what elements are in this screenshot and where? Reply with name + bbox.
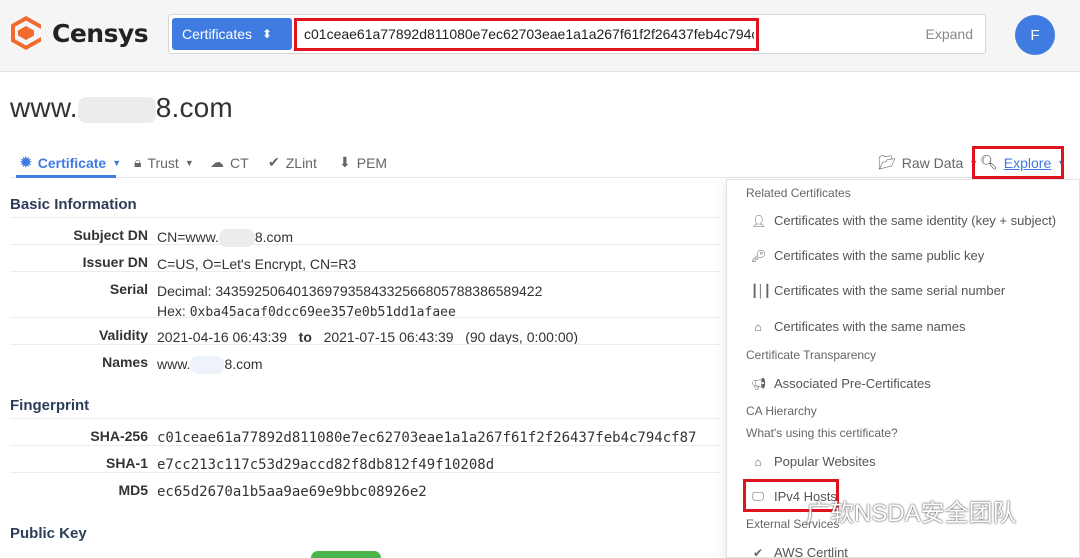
cloud-icon: ☁ — [210, 154, 224, 170]
menu-associated-precerts[interactable]: 📢︎ Associated Pre-Certificates — [751, 376, 931, 391]
subject-dn-label: Subject DN — [73, 227, 148, 243]
barcode-icon: ┃│┃ — [751, 283, 771, 298]
validity-row: Validity 2021-04-16 06:43:39 to 2021-07-… — [10, 317, 720, 345]
menu-same-public-key-label: Certificates with the same public key — [774, 248, 985, 263]
related-certs-header: Related Certificates — [746, 186, 851, 200]
menu-same-names-label: Certificates with the same names — [774, 319, 966, 334]
menu-associated-precerts-label: Associated Pre-Certificates — [774, 376, 931, 391]
check-icon: ✔ — [268, 154, 280, 170]
subject-dn-row: Subject DN CN=www. 8.com — [10, 217, 720, 248]
redaction — [190, 356, 225, 375]
tab-zlint[interactable]: ✔ ZLint — [268, 154, 317, 171]
brand-name: Censys — [52, 18, 149, 48]
tab-certificate[interactable]: ✹ Certificate ▼ — [20, 154, 121, 171]
menu-same-serial[interactable]: ┃│┃ Certificates with the same serial nu… — [751, 283, 1005, 298]
search-type-label: Certificates — [182, 26, 253, 42]
title-suffix: 8.com — [155, 92, 233, 123]
search-type-select[interactable]: Certificates ⬍ — [172, 18, 292, 50]
active-tab-indicator — [16, 175, 116, 178]
ca-hierarchy-header[interactable]: CA Hierarchy — [746, 404, 817, 418]
expand-link[interactable]: Expand — [926, 26, 973, 42]
top-header: Censys Certificates ⬍ Expand F — [0, 0, 1080, 72]
tab-raw-data[interactable]: 📂︎ Raw Data ▼ — [878, 154, 978, 171]
check-circle-icon: ✔ — [752, 545, 764, 558]
basic-info-title: Basic Information — [10, 196, 137, 213]
fingerprint-title: Fingerprint — [10, 397, 90, 414]
watermark-text: 广软NSDA安全团队 — [806, 500, 1017, 527]
menu-same-names[interactable]: ⌂ Certificates with the same names — [751, 319, 965, 334]
folder-open-icon: 📂︎ — [878, 154, 896, 170]
validity-label: Validity — [98, 327, 148, 343]
certificate-tabs: ✹ Certificate ▼ 🔒︎ Trust ▼ ☁ CT ✔ ZLint … — [10, 148, 1066, 178]
subject-dn-prefix: CN=www. — [157, 229, 219, 245]
serial-label: Serial — [109, 281, 148, 297]
sha256-row: SHA-256 c01ceae61a77892d811080e7ec62703e… — [10, 418, 720, 446]
sha1-row: SHA-1 e7cc213c117c53d29accd82f8db812f49f… — [10, 445, 720, 473]
menu-popular-websites[interactable]: ⌂ Popular Websites — [751, 454, 876, 469]
menu-same-identity[interactable]: 👤︎ Certificates with the same identity (… — [751, 213, 1056, 228]
tab-ct[interactable]: ☁ CT — [210, 154, 249, 171]
serial-decimal: Decimal: 3435925064013697935843325668057… — [157, 283, 543, 299]
issuer-dn-row: Issuer DN C=US, O=Let's Encrypt, CN=R3 — [10, 244, 720, 272]
serial-row: Serial Decimal: 343592506401369793584332… — [10, 271, 720, 320]
explore-highlight-box — [972, 146, 1064, 179]
search-highlight-box — [294, 18, 759, 51]
validity-duration: (90 days, 0:00:00) — [465, 329, 579, 345]
menu-same-serial-label: Certificates with the same serial number — [774, 283, 1006, 298]
tab-pem[interactable]: ⬇ PEM — [339, 154, 387, 171]
sort-icon: ⬍ — [262, 27, 273, 41]
validity-to-word: to — [298, 329, 312, 345]
names-link[interactable]: www. 8.com — [157, 354, 263, 375]
md5-value: ec65d2670a1b5aa9ae69e9bbc08926e2 — [157, 484, 427, 500]
page-title: www. 8.com — [10, 92, 233, 124]
key-icon: 🔑︎ — [751, 248, 767, 263]
redaction — [77, 96, 156, 123]
menu-same-identity-label: Certificates with the same identity (key… — [774, 213, 1057, 228]
bullhorn-icon: 📢︎ — [751, 376, 767, 391]
menu-popular-websites-label: Popular Websites — [774, 454, 876, 469]
user-icon: 👤︎ — [751, 213, 767, 228]
tab-trust-label: Trust — [147, 154, 179, 171]
md5-label: MD5 — [118, 482, 148, 498]
title-prefix: www. — [10, 92, 78, 123]
censys-logo-icon — [11, 16, 41, 50]
download-icon: ⬇ — [339, 154, 351, 170]
names-label: Names — [102, 354, 148, 370]
status-badge — [311, 551, 381, 558]
tab-ct-label: CT — [230, 154, 249, 171]
md5-row: MD5 ec65d2670a1b5aa9ae69e9bbc08926e2 — [10, 472, 720, 502]
caret-down-icon: ▼ — [184, 157, 194, 168]
tab-certificate-label: Certificate — [37, 154, 107, 171]
censys-logo[interactable]: Censys — [10, 15, 149, 51]
tab-trust[interactable]: 🔒︎ Trust ▼ — [134, 154, 194, 171]
tab-raw-data-label: Raw Data — [901, 154, 964, 171]
home-icon: ⌂ — [754, 454, 762, 469]
issuer-dn-label: Issuer DN — [82, 254, 148, 270]
lock-icon: 🔒︎ — [134, 154, 142, 170]
menu-aws-certlint[interactable]: ✔ AWS Certlint — [751, 545, 848, 558]
tab-zlint-label: ZLint — [285, 154, 317, 171]
public-key-title: Public Key — [10, 525, 87, 542]
ct-header: Certificate Transparency — [746, 348, 877, 362]
menu-same-public-key[interactable]: 🔑︎ Certificates with the same public key — [751, 248, 984, 263]
gear-icon: ✹ — [20, 154, 32, 170]
home-icon: ⌂ — [754, 319, 762, 334]
validity-from: 2021-04-16 06:43:39 — [157, 329, 287, 345]
names-suffix: 8.com — [224, 356, 263, 372]
names-prefix: www. — [157, 356, 191, 372]
sha1-label: SHA-1 — [105, 455, 148, 471]
sha256-label: SHA-256 — [90, 428, 148, 444]
whats-using-header: What's using this certificate? — [746, 426, 898, 440]
tab-pem-label: PEM — [356, 154, 388, 171]
subject-dn-suffix: 8.com — [254, 229, 293, 245]
names-row: Names www. 8.com — [10, 344, 720, 375]
validity-to: 2021-07-15 06:43:39 — [323, 329, 454, 345]
menu-aws-certlint-label: AWS Certlint — [774, 545, 848, 558]
user-avatar[interactable]: F — [1015, 15, 1055, 55]
caret-down-icon: ▼ — [112, 157, 122, 168]
